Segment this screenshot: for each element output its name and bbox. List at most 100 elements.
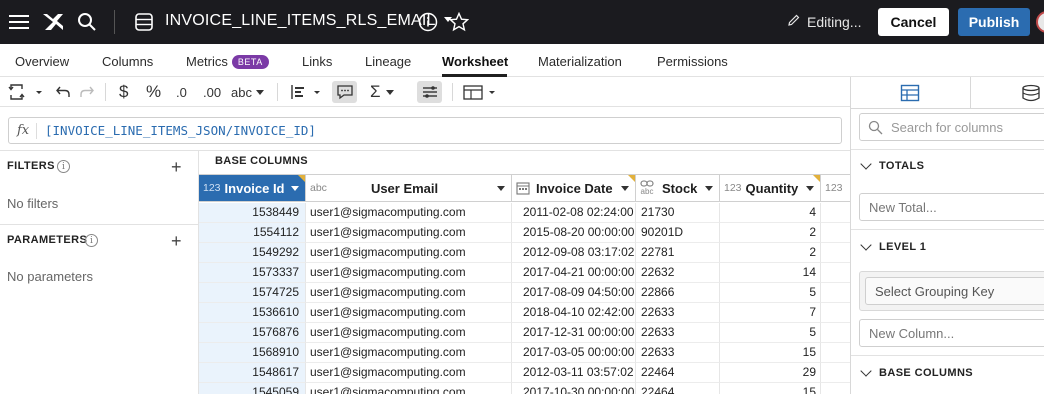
cell-invoice-date[interactable]: 2018-04-10 02:42:00	[512, 303, 636, 323]
cell-quantity[interactable]: 5	[720, 323, 821, 343]
cell-invoice-date[interactable]: 2012-03-11 03:57:02	[512, 363, 636, 383]
chevron-down-icon[interactable]	[806, 186, 814, 191]
cell-quantity[interactable]: 29	[720, 363, 821, 383]
cell-next-column[interactable]	[821, 203, 850, 223]
filters-info-icon[interactable]: i	[57, 160, 70, 173]
undo-icon[interactable]	[55, 81, 71, 103]
cell-user-email[interactable]: user1@sigmacomputing.com	[306, 263, 512, 283]
table-row[interactable]: 1576876 user1@sigmacomputing.com 2017-12-3…	[199, 323, 850, 343]
cell-invoice-id[interactable]: 1554112	[199, 223, 306, 243]
cell-next-column[interactable]	[821, 383, 850, 394]
publish-button[interactable]: Publish	[958, 8, 1030, 36]
add-element-dropdown-icon[interactable]	[462, 81, 496, 103]
cell-quantity[interactable]: 5	[720, 283, 821, 303]
cell-stock[interactable]: 22781	[636, 243, 720, 263]
cell-stock[interactable]: 22866	[636, 283, 720, 303]
cell-stock[interactable]: 22633	[636, 343, 720, 363]
cell-next-column[interactable]	[821, 363, 850, 383]
cell-invoice-id[interactable]: 1545059	[199, 383, 306, 394]
cell-invoice-id[interactable]: 1573337	[199, 263, 306, 283]
cell-quantity[interactable]: 2	[720, 243, 821, 263]
add-filter-button[interactable]: +	[171, 158, 182, 176]
decrease-decimals-button[interactable]: .0	[176, 81, 187, 103]
cell-invoice-date[interactable]: 2015-08-20 00:00:00	[512, 223, 636, 243]
cell-invoice-id[interactable]: 1568910	[199, 343, 306, 363]
formula-bar[interactable]: fx [INVOICE_LINE_ITEMS_JSON/INVOICE_ID]	[8, 117, 842, 144]
cell-invoice-date[interactable]: 2017-08-09 04:50:00	[512, 283, 636, 303]
table-row[interactable]: 1573337 user1@sigmacomputing.com 2017-04-2…	[199, 263, 850, 283]
cell-invoice-id[interactable]: 1538449	[199, 203, 306, 223]
text-format-dropdown[interactable]: abc	[231, 81, 264, 103]
toggle-panel-icon[interactable]	[417, 81, 442, 103]
cell-user-email[interactable]: user1@sigmacomputing.com	[306, 343, 512, 363]
page-title[interactable]: INVOICE_LINE_ITEMS_RLS_EMAIL	[165, 12, 452, 30]
cell-invoice-id[interactable]: 1574725	[199, 283, 306, 303]
column-header-stock[interactable]: abc Stock	[636, 174, 720, 202]
cell-invoice-id[interactable]: 1548617	[199, 363, 306, 383]
chevron-down-icon[interactable]	[860, 158, 872, 170]
columns-panel-tab[interactable]	[851, 77, 971, 109]
cell-user-email[interactable]: user1@sigmacomputing.com	[306, 383, 512, 394]
tab-columns[interactable]: Columns	[102, 54, 153, 69]
cell-invoice-id[interactable]: 1576876	[199, 323, 306, 343]
cell-invoice-date[interactable]: 2011-02-08 02:24:00	[512, 203, 636, 223]
column-header-user-email[interactable]: abc User Email	[306, 174, 512, 202]
sigma-logo-icon[interactable]	[42, 11, 64, 33]
tab-worksheet[interactable]: Worksheet	[442, 54, 508, 69]
table-row[interactable]: 1568910 user1@sigmacomputing.com 2017-03-0…	[199, 343, 850, 363]
cell-stock[interactable]: 22464	[636, 383, 720, 394]
cell-quantity[interactable]: 2	[720, 223, 821, 243]
tab-overview[interactable]: Overview	[15, 54, 69, 69]
formula-text[interactable]: [INVOICE_LINE_ITEMS_JSON/INVOICE_ID]	[45, 123, 316, 138]
cell-user-email[interactable]: user1@sigmacomputing.com	[306, 363, 512, 383]
cell-user-email[interactable]: user1@sigmacomputing.com	[306, 303, 512, 323]
tab-materialization[interactable]: Materialization	[538, 54, 622, 69]
tab-lineage[interactable]: Lineage	[365, 54, 411, 69]
cell-next-column[interactable]	[821, 223, 850, 243]
cell-stock[interactable]: 22632	[636, 263, 720, 283]
cell-quantity[interactable]: 4	[720, 203, 821, 223]
chevron-down-icon[interactable]	[291, 186, 299, 191]
redo-icon[interactable]	[79, 81, 95, 103]
tab-permissions[interactable]: Permissions	[657, 54, 728, 69]
database-icon[interactable]	[1021, 84, 1041, 107]
currency-format-button[interactable]: $	[119, 81, 128, 103]
cell-invoice-id[interactable]: 1536610	[199, 303, 306, 323]
tab-metrics[interactable]: Metrics BETA	[186, 54, 269, 69]
cell-quantity[interactable]: 15	[720, 383, 821, 394]
chevron-down-icon[interactable]	[705, 186, 713, 191]
info-icon[interactable]	[417, 11, 439, 33]
table-row[interactable]: 1574725 user1@sigmacomputing.com 2017-08-0…	[199, 283, 850, 303]
refresh-dropdown-icon[interactable]	[8, 81, 42, 103]
cell-stock[interactable]: 21730	[636, 203, 720, 223]
table-row[interactable]: 1538449 user1@sigmacomputing.com 2011-02-0…	[199, 203, 850, 223]
cell-quantity[interactable]: 15	[720, 343, 821, 363]
table-row[interactable]: 1536610 user1@sigmacomputing.com 2018-04-1…	[199, 303, 850, 323]
column-header-quantity[interactable]: 123 Quantity	[720, 174, 821, 202]
table-row[interactable]: 1545059 user1@sigmacomputing.com 2017-10-3…	[199, 383, 850, 394]
cell-quantity[interactable]: 14	[720, 263, 821, 283]
editing-status[interactable]: Editing...	[787, 13, 861, 30]
cell-stock[interactable]: 22464	[636, 363, 720, 383]
avatar[interactable]	[1036, 11, 1044, 33]
cell-stock[interactable]: 22633	[636, 303, 720, 323]
summary-dropdown[interactable]: Σ	[370, 81, 394, 103]
increase-decimals-button[interactable]: .00	[203, 81, 221, 103]
cell-invoice-id[interactable]: 1549292	[199, 243, 306, 263]
cell-user-email[interactable]: user1@sigmacomputing.com	[306, 223, 512, 243]
chevron-down-icon[interactable]	[860, 239, 872, 251]
chevron-down-icon[interactable]	[860, 365, 872, 377]
comment-icon[interactable]	[332, 81, 357, 103]
percent-format-button[interactable]: %	[146, 81, 161, 103]
cell-next-column[interactable]	[821, 283, 850, 303]
cell-next-column[interactable]	[821, 343, 850, 363]
cell-user-email[interactable]: user1@sigmacomputing.com	[306, 203, 512, 223]
new-total-input[interactable]: New Total...	[859, 193, 1044, 221]
cell-user-email[interactable]: user1@sigmacomputing.com	[306, 323, 512, 343]
cell-next-column[interactable]	[821, 243, 850, 263]
align-dropdown-icon[interactable]	[290, 81, 322, 103]
cell-invoice-date[interactable]: 2017-03-05 00:00:00	[512, 343, 636, 363]
column-header-invoice-date[interactable]: Invoice Date	[512, 174, 636, 202]
cell-stock[interactable]: 90201D	[636, 223, 720, 243]
search-icon[interactable]	[76, 11, 98, 33]
